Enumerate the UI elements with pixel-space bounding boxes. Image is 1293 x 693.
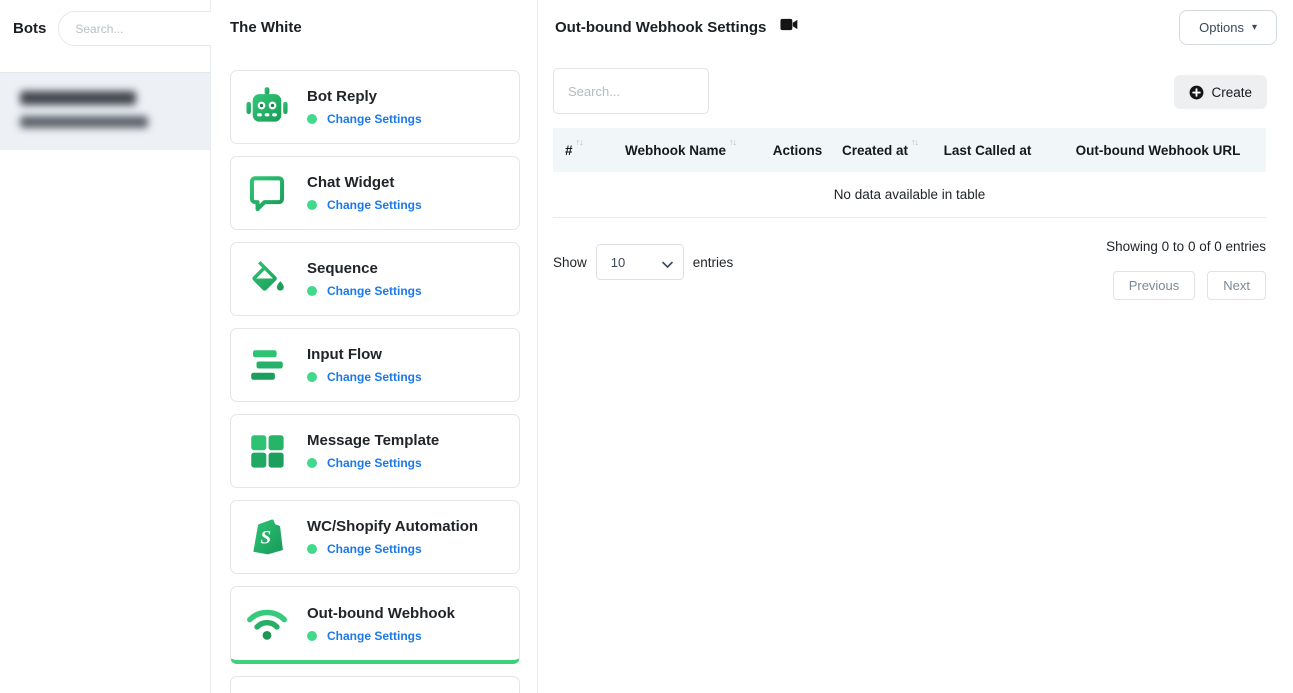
feature-card-title: Bot Reply (307, 88, 422, 105)
bot-list-item[interactable] (0, 72, 210, 150)
wifi-icon (244, 601, 290, 647)
feature-card-bot-reply[interactable]: Bot Reply Change Settings (230, 70, 520, 144)
feature-card-title: Out-bound Webhook (307, 605, 455, 622)
sort-icon[interactable]: ↑↓ (911, 137, 918, 147)
create-button[interactable]: Create (1174, 75, 1267, 109)
bot-features-panel: The White (211, 0, 538, 693)
status-dot-icon (307, 114, 317, 124)
change-settings-link[interactable]: Change Settings (327, 198, 422, 212)
column-header-created-at[interactable]: Created at↑↓ (835, 143, 925, 158)
feature-card-title: Message Template (307, 432, 439, 449)
feature-card-message-template[interactable]: Message Template Change Settings (230, 414, 520, 488)
page-title: Out-bound Webhook Settings (555, 19, 766, 36)
video-camera-icon[interactable] (780, 18, 798, 36)
redacted-bot-name (20, 91, 136, 105)
status-dot-icon (307, 544, 317, 554)
list-bars-icon (244, 342, 290, 388)
change-settings-link[interactable]: Change Settings (327, 629, 422, 643)
table-footer: Show 10 entries Showing 0 to 0 of 0 entr… (553, 231, 1266, 300)
feature-card-title: Chat Widget (307, 174, 422, 191)
show-label: Show (553, 255, 587, 270)
plus-circle-icon (1189, 85, 1204, 100)
shopify-bag-icon: S (244, 514, 290, 560)
sidebar-title: Bots (13, 20, 46, 37)
sidebar-header: Bots (0, 0, 210, 57)
status-dot-icon (307, 631, 317, 641)
caret-down-icon: ▾ (1252, 22, 1257, 33)
feature-card-title: WC/Shopify Automation (307, 518, 478, 535)
feature-card-sequence[interactable]: Sequence Change Settings (230, 242, 520, 316)
outbound-webhook-settings-main: Out-bound Webhook Settings Options ▾ (538, 0, 1293, 693)
status-dot-icon (307, 286, 317, 296)
feature-card-list: Bot Reply Change Settings (211, 70, 537, 693)
webhooks-table: #↑↓ Webhook Name↑↓ Actions Created at↑↓ … (553, 128, 1266, 218)
table-toolbar: Create (538, 57, 1293, 128)
main-header: Out-bound Webhook Settings Options ▾ (538, 0, 1293, 57)
feature-card-title: Sequence (307, 260, 422, 277)
feature-card-outbound-webhook[interactable]: Out-bound Webhook Change Settings (230, 586, 520, 664)
change-settings-link[interactable]: Change Settings (327, 284, 422, 298)
feature-card-title: Input Flow (307, 346, 422, 363)
create-button-label: Create (1211, 85, 1252, 100)
feature-card-shopify-automation[interactable]: S WC/Shopify Automation Change Settings (230, 500, 520, 574)
change-settings-link[interactable]: Change Settings (327, 370, 422, 384)
column-header-last-called-at: Last Called at (925, 143, 1050, 158)
pagination-controls: Previous Next (1113, 271, 1266, 300)
grid-icon (244, 428, 290, 474)
feature-card-partial[interactable] (230, 676, 520, 693)
redacted-bot-phone (20, 116, 148, 128)
feature-card-chat-widget[interactable]: Chat Widget Change Settings (230, 156, 520, 230)
entries-label: entries (693, 255, 734, 270)
page-size-select[interactable]: 10 (596, 244, 684, 280)
column-header-actions: Actions (760, 143, 835, 158)
entries-summary: Showing 0 to 0 of 0 entries (1106, 239, 1266, 254)
sort-icon[interactable]: ↑↓ (576, 137, 583, 147)
change-settings-link[interactable]: Change Settings (327, 112, 422, 126)
page-size-group: Show 10 entries (553, 244, 733, 280)
bot-manager-app: Bots The White (0, 0, 1293, 693)
sort-icon[interactable]: ↑↓ (729, 137, 736, 147)
previous-page-button[interactable]: Previous (1113, 271, 1196, 300)
next-page-button[interactable]: Next (1207, 271, 1266, 300)
table-header-row: #↑↓ Webhook Name↑↓ Actions Created at↑↓ … (553, 128, 1266, 172)
feature-card-input-flow[interactable]: Input Flow Change Settings (230, 328, 520, 402)
column-header-index[interactable]: #↑↓ (553, 143, 601, 158)
paint-bucket-icon (244, 256, 290, 302)
options-button[interactable]: Options ▾ (1179, 10, 1277, 45)
bots-sidebar: Bots (0, 0, 211, 693)
status-dot-icon (307, 458, 317, 468)
svg-text:S: S (260, 528, 271, 549)
change-settings-link[interactable]: Change Settings (327, 456, 422, 470)
options-button-label: Options (1199, 20, 1244, 35)
column-header-webhook-name[interactable]: Webhook Name↑↓ (601, 143, 760, 158)
bot-name-title: The White (211, 0, 537, 70)
table-empty-message: No data available in table (553, 172, 1266, 218)
column-header-webhook-url: Out-bound Webhook URL (1050, 143, 1266, 158)
status-dot-icon (307, 372, 317, 382)
status-dot-icon (307, 200, 317, 210)
robot-icon (244, 84, 290, 130)
change-settings-link[interactable]: Change Settings (327, 542, 422, 556)
webhook-search-input[interactable] (553, 68, 709, 114)
chat-bubble-icon (244, 170, 290, 216)
